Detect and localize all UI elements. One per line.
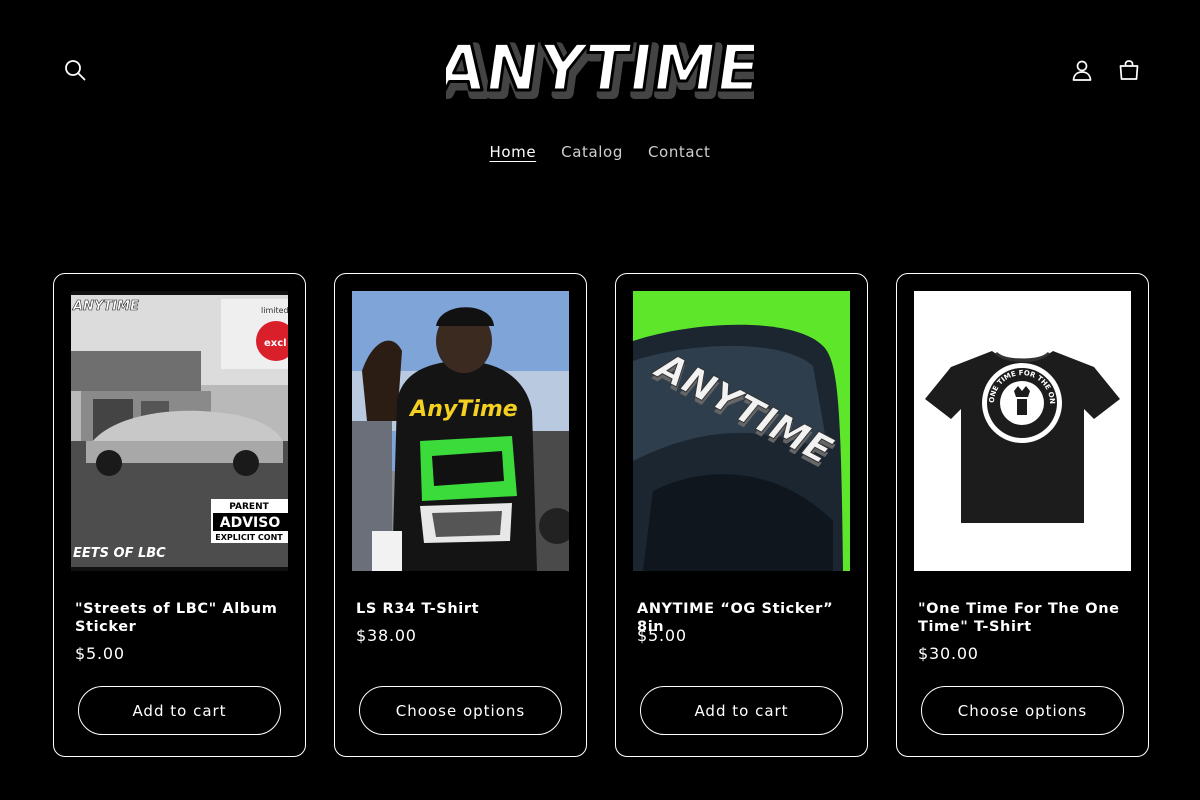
product-card[interactable]: limited excl ANYTIME PARENT ADVISO EXPLI… <box>53 273 306 757</box>
choose-options-button[interactable]: Choose options <box>921 686 1124 735</box>
product-card[interactable]: ONE TIME FOR THE ONE TIME "One Time For … <box>896 273 1149 757</box>
main-nav: Home Catalog Contact <box>0 140 1200 164</box>
product-title[interactable]: "Streets of LBC" Album Sticker <box>75 600 287 636</box>
site-logo[interactable]: ANYTIME ANYTIME <box>429 26 774 116</box>
product-image-one-time-tshirt[interactable]: ONE TIME FOR THE ONE TIME <box>914 291 1131 571</box>
product-price: $30.00 <box>918 644 979 663</box>
add-to-cart-button[interactable]: Add to cart <box>78 686 281 735</box>
nav-catalog[interactable]: Catalog <box>549 140 636 164</box>
svg-text:PARENT: PARENT <box>229 502 269 512</box>
nav-home[interactable]: Home <box>477 140 549 164</box>
product-image-og-sticker[interactable]: ANYTIME ANYTIME <box>633 291 850 571</box>
product-title[interactable]: LS R34 T-Shirt <box>356 600 568 618</box>
search-icon <box>65 60 86 81</box>
product-image-album-sticker[interactable]: limited excl ANYTIME PARENT ADVISO EXPLI… <box>71 291 288 571</box>
product-price: $5.00 <box>637 626 687 645</box>
cart-button[interactable] <box>1109 50 1149 90</box>
nav-contact[interactable]: Contact <box>635 140 723 164</box>
product-price: $5.00 <box>75 644 125 663</box>
svg-text:excl: excl <box>264 338 287 349</box>
product-image-ls-r34-tshirt[interactable]: AnyTime <box>352 291 569 571</box>
product-price: $38.00 <box>356 626 417 645</box>
svg-text:EETS OF LBC: EETS OF LBC <box>73 546 166 561</box>
svg-text:AnyTime: AnyTime <box>408 397 518 422</box>
site-header: ANYTIME ANYTIME Home Catalog Contact <box>0 0 1200 190</box>
product-card[interactable]: AnyTime LS R34 T-Shirt $38.00 Choose opt… <box>334 273 587 757</box>
svg-text:EXPLICIT CONT: EXPLICIT CONT <box>215 533 283 542</box>
search-button[interactable] <box>55 50 95 90</box>
product-grid: limited excl ANYTIME PARENT ADVISO EXPLI… <box>53 273 1149 757</box>
choose-options-button[interactable]: Choose options <box>359 686 562 735</box>
product-title[interactable]: "One Time For The One Time" T-Shirt <box>918 600 1130 636</box>
cart-icon <box>1119 60 1139 80</box>
add-to-cart-button[interactable]: Add to cart <box>640 686 843 735</box>
svg-text:ANYTIME: ANYTIME <box>72 299 139 314</box>
svg-text:ADVISO: ADVISO <box>220 515 281 531</box>
svg-text:ANYTIME: ANYTIME <box>446 31 754 106</box>
product-card[interactable]: ANYTIME ANYTIME ANYTIME “OG Sticker” 8in… <box>615 273 868 757</box>
account-button[interactable] <box>1062 50 1102 90</box>
account-icon <box>1072 60 1092 81</box>
svg-text:limited: limited <box>261 306 288 315</box>
